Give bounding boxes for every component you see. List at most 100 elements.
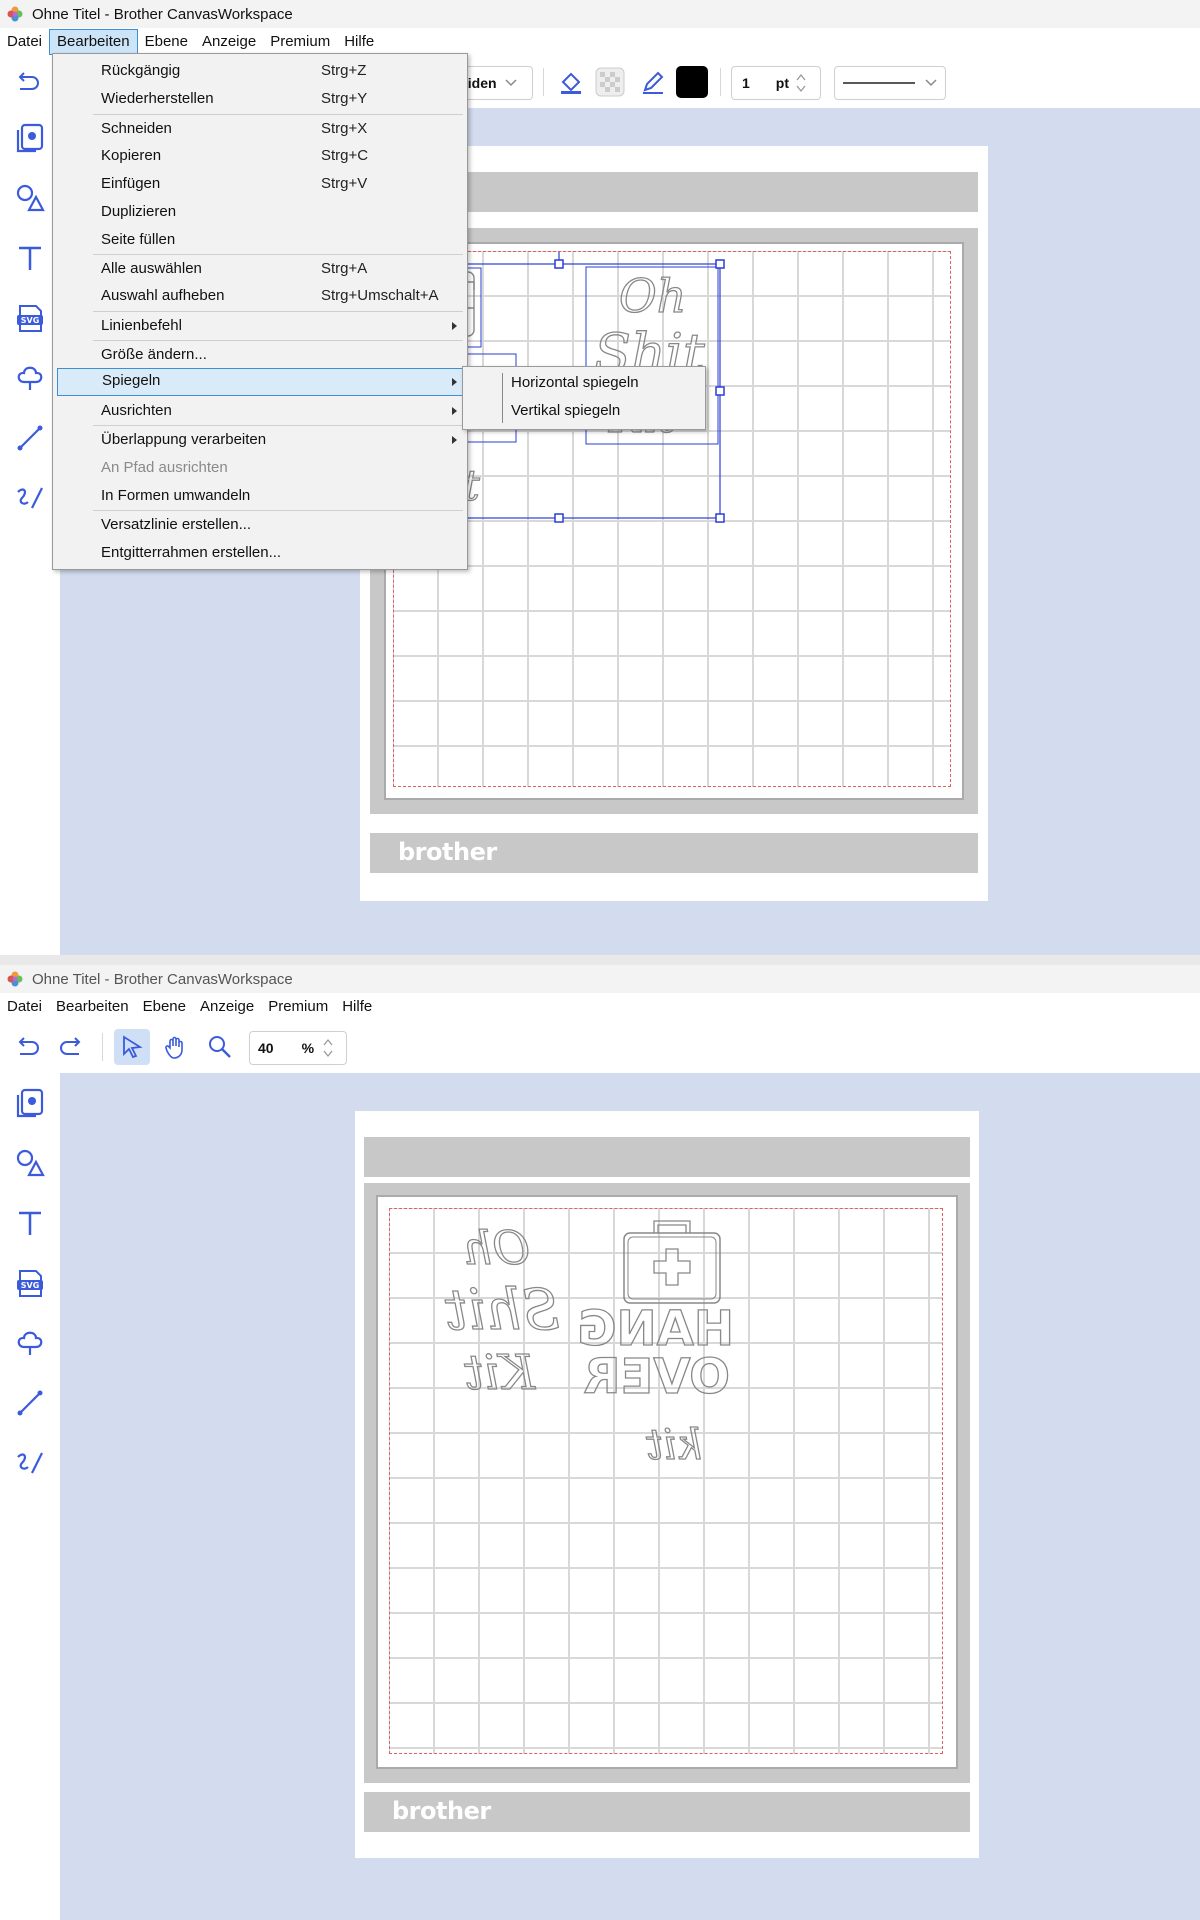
menu-item-align[interactable]: Ausrichten [54,398,466,424]
mirror-submenu: Horizontal spiegeln Vertikal spiegeln [462,366,706,430]
svg-file-icon: SVG [17,305,43,332]
svg-text:Oh: Oh [463,1221,530,1275]
stroke-width-spinner[interactable]: 1 pt [731,66,821,100]
menu-hilfe[interactable]: Hilfe [337,30,381,54]
menu-item-copy[interactable]: Kopieren Strg+C [54,143,466,169]
window-title: Ohne Titel - Brother CanvasWorkspace [32,970,293,988]
svg-text:Shit: Shit [445,1278,560,1343]
menu-item-resize[interactable]: Größe ändern... [54,342,466,368]
title-bar: Ohne Titel - Brother CanvasWorkspace [0,965,1200,993]
submenu-arrow-icon [452,378,457,386]
shapes-tool[interactable] [12,180,48,216]
tool-sidebar: SVG [0,1073,61,1920]
stepper-arrows-icon [323,1038,333,1058]
menu-item-weeding-frame[interactable]: Entgitterrahmen erstellen... [54,540,466,566]
menu-bearbeiten[interactable]: Bearbeiten [49,29,138,55]
stroke-width-unit: pt [775,75,790,91]
cutting-grid: NG ER kit Oh Shit Kit [393,251,951,787]
svg-import-tool[interactable]: SVG [12,300,48,336]
menu-item-line-command[interactable]: Linienbefehl [54,313,466,339]
solid-line-icon [843,82,915,84]
artwork[interactable]: NG ER kit Oh Shit Kit [394,252,950,786]
app-logo-icon [7,6,23,22]
select-tool-button[interactable] [114,1029,150,1065]
transparent-fill-button[interactable] [592,64,628,100]
stroke-color-swatch[interactable] [676,66,708,98]
submenu-arrow-icon [452,322,457,330]
menu-bearbeiten[interactable]: Bearbeiten [49,995,136,1019]
menu-item-overlap[interactable]: Überlappung verarbeiten [54,427,466,453]
menu-datei[interactable]: Datei [0,30,49,54]
menu-datei[interactable]: Datei [0,995,49,1019]
menu-ebene[interactable]: Ebene [138,30,195,54]
fill-button[interactable] [553,64,589,100]
brand-logo: brother [398,838,497,866]
zoom-tool-button[interactable] [202,1029,238,1065]
title-bar: Ohne Titel - Brother CanvasWorkspace [0,0,1200,28]
redo-button[interactable] [53,1029,89,1065]
trace-tool[interactable] [12,360,48,396]
menu-item-duplicate[interactable]: Duplizieren [54,199,466,225]
hand-icon [165,1036,183,1059]
cutting-grid: Oh Shit Kit HANG OVER kit [389,1208,943,1754]
text-tool[interactable] [12,1205,48,1241]
trace-tool[interactable] [12,1325,48,1361]
undo-icon [18,1037,39,1055]
brand-logo: brother [392,1797,491,1825]
app-logo-icon [7,971,23,987]
draw-tool[interactable] [12,480,48,516]
chevron-down-icon [505,79,517,87]
menu-item-paste[interactable]: Einfügen Strg+V [54,171,466,197]
text-icon [19,246,41,270]
menu-anzeige[interactable]: Anzeige [195,30,263,54]
svg-text:Oh: Oh [619,269,686,323]
menu-item-undo[interactable]: Rückgängig Strg+Z [54,58,466,84]
menu-item-mirror[interactable]: Spiegeln [57,368,463,396]
menu-hilfe[interactable]: Hilfe [335,995,379,1019]
line-tool[interactable] [12,1385,48,1421]
svg-text:kit: kit [646,1420,702,1469]
menu-premium[interactable]: Premium [261,995,335,1019]
zoom-spinner[interactable]: 40 % [249,1031,347,1065]
undo-button[interactable] [10,1029,46,1065]
undo-button[interactable] [10,64,46,100]
undo-icon [18,72,39,90]
line-icon [17,1390,43,1416]
svg-file-icon: SVG [17,1270,43,1297]
menu-item-convert-shapes[interactable]: In Formen umwandeln [54,483,466,509]
zoom-value: 40 [258,1040,274,1056]
projects-tool[interactable] [12,1085,48,1121]
menu-item-mirror-vertical[interactable]: Vertikal spiegeln [511,402,620,419]
svg-import-tool[interactable]: SVG [12,1265,48,1301]
toolbar: 40 % [0,1021,1200,1074]
line-type-select[interactable] [834,66,946,100]
pan-tool-button[interactable] [158,1029,194,1065]
menu-item-mirror-horizontal[interactable]: Horizontal spiegeln [511,374,639,391]
artwork[interactable]: Oh Shit Kit HANG OVER kit [390,1209,942,1753]
app-window-top: Ohne Titel - Brother CanvasWorkspace Dat… [0,0,1200,955]
pointer-icon [123,1035,143,1059]
shapes-icon [16,184,45,212]
menu-item-deselect[interactable]: Auswahl aufheben Strg+Umschalt+A [54,283,466,309]
line-icon [17,425,43,451]
draw-tool[interactable] [12,1445,48,1481]
menu-anzeige[interactable]: Anzeige [193,995,261,1019]
menu-item-cut[interactable]: Schneiden Strg+X [54,116,466,142]
app-window-bottom: Ohne Titel - Brother CanvasWorkspace Dat… [0,965,1200,1920]
canvas-area[interactable]: Oh Shit Kit HANG OVER kit brother [60,1073,1200,1920]
redo-icon [60,1037,81,1055]
stroke-button[interactable] [635,64,671,100]
text-tool[interactable] [12,240,48,276]
line-tool[interactable] [12,420,48,456]
shapes-icon [16,1149,45,1177]
menu-ebene[interactable]: Ebene [136,995,193,1019]
menu-item-fill-page[interactable]: Seite füllen [54,227,466,253]
menu-premium[interactable]: Premium [263,30,337,54]
projects-tool[interactable] [12,120,48,156]
fill-bucket-icon [561,72,581,94]
menu-item-redo[interactable]: Wiederherstellen Strg+Y [54,86,466,112]
shapes-tool[interactable] [12,1145,48,1181]
menu-item-offset-line[interactable]: Versatzlinie erstellen... [54,512,466,538]
pen-icon [643,71,664,94]
menu-item-select-all[interactable]: Alle auswählen Strg+A [54,256,466,282]
